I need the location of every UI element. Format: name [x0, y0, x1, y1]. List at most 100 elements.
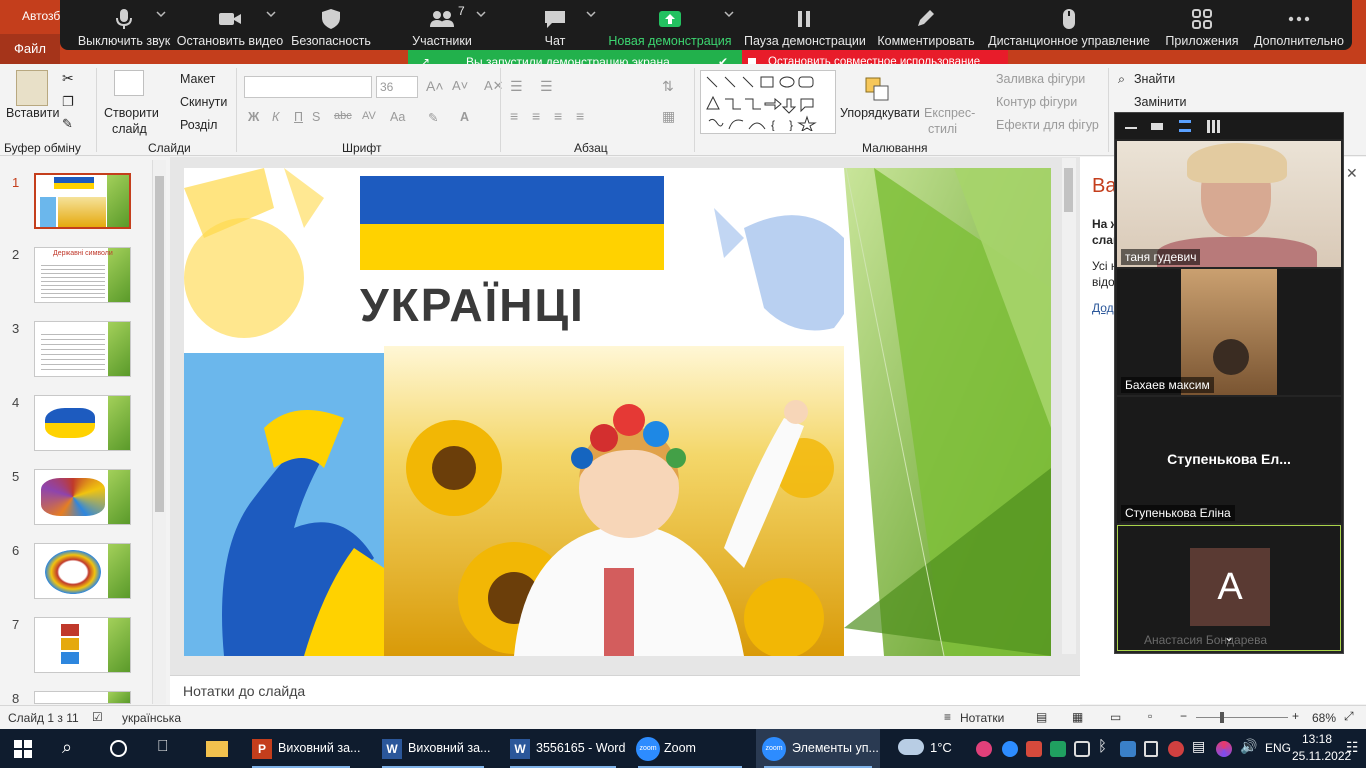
- scroll-thumb[interactable]: [155, 176, 164, 512]
- font-color-icon[interactable]: A: [460, 110, 469, 124]
- pause-share-button[interactable]: Пауза демонстрации: [744, 0, 866, 50]
- new-slide-label[interactable]: Створити: [104, 106, 159, 120]
- chevron-up-icon[interactable]: [724, 10, 734, 18]
- zoom-out-icon[interactable]: −: [1180, 709, 1187, 723]
- slide-thumbnail-1[interactable]: [34, 173, 131, 229]
- volume-icon[interactable]: 🔊: [1240, 738, 1257, 755]
- font-name-combobox[interactable]: [244, 76, 372, 98]
- align-center-icon[interactable]: ≡: [532, 108, 540, 124]
- bold-button[interactable]: Ж: [248, 110, 259, 124]
- task-view-icon[interactable]: ⎕: [158, 738, 168, 756]
- participant-tile[interactable]: таня гудевич: [1117, 141, 1341, 267]
- underline-button[interactable]: П: [294, 110, 303, 124]
- scroll-thumb[interactable]: [1064, 168, 1073, 212]
- shape-fill-button[interactable]: Заливка фігури: [996, 72, 1085, 86]
- slide-thumbnail-5[interactable]: [34, 469, 131, 525]
- fit-slide-icon[interactable]: ⤢: [1344, 709, 1354, 724]
- network-icon[interactable]: ▤: [1192, 738, 1205, 755]
- spellcheck-icon[interactable]: ☑: [92, 710, 103, 724]
- slideshow-icon[interactable]: ▫: [1148, 709, 1152, 723]
- justify-icon[interactable]: ≡: [576, 108, 584, 124]
- new-slide-icon[interactable]: [114, 70, 144, 96]
- slide-thumbnail-3[interactable]: [34, 321, 131, 377]
- decrease-font-icon[interactable]: A˅: [452, 78, 468, 93]
- notes-pane[interactable]: Нотатки до слайда: [170, 675, 1080, 705]
- highlight-icon[interactable]: ✎: [428, 110, 438, 125]
- bullets-icon[interactable]: ☰: [510, 78, 523, 95]
- normal-view-icon[interactable]: ▤: [1036, 710, 1047, 724]
- active-speaker-icon[interactable]: [1151, 123, 1163, 130]
- shape-effects-button[interactable]: Ефекти для фігур: [996, 118, 1099, 132]
- tray-app-icon[interactable]: [1168, 741, 1184, 757]
- reset-button[interactable]: Скинути: [180, 95, 227, 109]
- taskbar-word-1[interactable]: W Виховний за...: [374, 729, 492, 768]
- taskbar-word-2[interactable]: W 3556165 - Word: [502, 729, 625, 768]
- search-icon[interactable]: ⌕: [62, 737, 72, 758]
- chevron-down-icon[interactable]: ⌄: [1224, 630, 1234, 644]
- participants-button[interactable]: 7 Участники: [400, 0, 486, 50]
- windows-start-icon[interactable]: [14, 740, 32, 758]
- arrange-label[interactable]: Упорядкувати: [840, 106, 920, 120]
- strip-view-icon[interactable]: [1179, 120, 1191, 132]
- paste-icon[interactable]: [16, 70, 48, 106]
- slide-thumbnail-2[interactable]: Державні символи: [34, 247, 131, 303]
- pane-link[interactable]: Дод: [1092, 301, 1114, 315]
- tray-app-icon[interactable]: [1026, 741, 1042, 757]
- participant-tile[interactable]: Бахаев максим: [1117, 269, 1341, 395]
- zoom-slider-thumb[interactable]: [1220, 712, 1224, 723]
- zoom-slider[interactable]: [1196, 717, 1288, 718]
- zoom-in-icon[interactable]: +: [1292, 709, 1299, 723]
- new-share-button[interactable]: Новая демонстрация: [608, 0, 734, 50]
- input-language[interactable]: ENG: [1265, 741, 1291, 755]
- clock-time[interactable]: 13:18: [1302, 732, 1332, 746]
- shadow-button[interactable]: S: [312, 110, 320, 124]
- replace-button[interactable]: Замінити: [1134, 95, 1186, 109]
- smartart-icon[interactable]: ▦: [662, 108, 675, 125]
- weather-icon[interactable]: [898, 739, 924, 755]
- annotate-button[interactable]: Комментировать: [874, 0, 978, 50]
- quick-styles-label-2[interactable]: стилі: [928, 122, 957, 136]
- security-tray-icon[interactable]: [1144, 741, 1158, 757]
- arrange-icon[interactable]: [862, 74, 894, 106]
- taskbar-zoom-controls[interactable]: zoom Элементы уп...: [756, 729, 880, 768]
- new-slide-label-2[interactable]: слайд: [112, 122, 147, 136]
- notes-toggle[interactable]: Нотатки: [960, 711, 1004, 725]
- tray-app-icon[interactable]: [1120, 741, 1136, 757]
- italic-button[interactable]: К: [272, 110, 279, 124]
- shapes-gallery[interactable]: {}: [700, 70, 836, 134]
- slide-scrollbar[interactable]: [1062, 158, 1076, 654]
- taskbar-zoom[interactable]: zoom Zoom: [630, 729, 750, 768]
- notifications-icon[interactable]: ☷: [1346, 739, 1359, 756]
- weather-temp[interactable]: 1°C: [930, 740, 952, 755]
- slide-1[interactable]: МИ УКРАЇНЦІ: [184, 168, 1051, 656]
- participant-tile-active-speaker[interactable]: A Анастасия Бондарева ⌄: [1117, 525, 1341, 651]
- security-button[interactable]: Безопасность: [290, 0, 372, 50]
- cortana-icon[interactable]: [110, 740, 127, 757]
- zoom-level[interactable]: 68%: [1312, 711, 1336, 725]
- text-direction-icon[interactable]: ⇅: [662, 78, 674, 95]
- char-spacing-button[interactable]: AV: [362, 110, 376, 122]
- tray-app-icon[interactable]: [1050, 741, 1066, 757]
- taskbar-powerpoint[interactable]: P Виховний за...: [244, 729, 360, 768]
- numbering-icon[interactable]: ☰: [540, 78, 553, 95]
- increase-font-icon[interactable]: A˄: [426, 78, 444, 94]
- participant-tile[interactable]: Ступенькова Ел... Ступенькова Еліна: [1117, 397, 1341, 523]
- chat-button[interactable]: Чат: [530, 0, 596, 50]
- bluetooth-icon[interactable]: ᛒ: [1098, 738, 1107, 755]
- slide-thumbnail-8[interactable]: [34, 691, 131, 704]
- more-button[interactable]: Дополнительно: [1252, 0, 1346, 50]
- quick-styles-label[interactable]: Експрес-: [924, 106, 975, 120]
- slide-sorter-icon[interactable]: ▦: [1072, 710, 1083, 724]
- file-tab[interactable]: Файл: [0, 34, 60, 64]
- align-left-icon[interactable]: ≡: [510, 108, 518, 124]
- file-explorer-icon[interactable]: [206, 741, 228, 757]
- stop-video-button[interactable]: Остановить видео: [176, 0, 284, 50]
- apps-button[interactable]: Приложения: [1160, 0, 1244, 50]
- font-size-combobox[interactable]: 36: [376, 76, 418, 98]
- tray-app-icon[interactable]: [1074, 741, 1090, 757]
- minimize-icon[interactable]: [1125, 127, 1137, 129]
- shape-outline-button[interactable]: Контур фігури: [996, 95, 1077, 109]
- cut-icon[interactable]: ✂: [62, 70, 74, 87]
- slide-thumbnail-4[interactable]: [34, 395, 131, 451]
- chevron-up-icon[interactable]: [586, 10, 596, 18]
